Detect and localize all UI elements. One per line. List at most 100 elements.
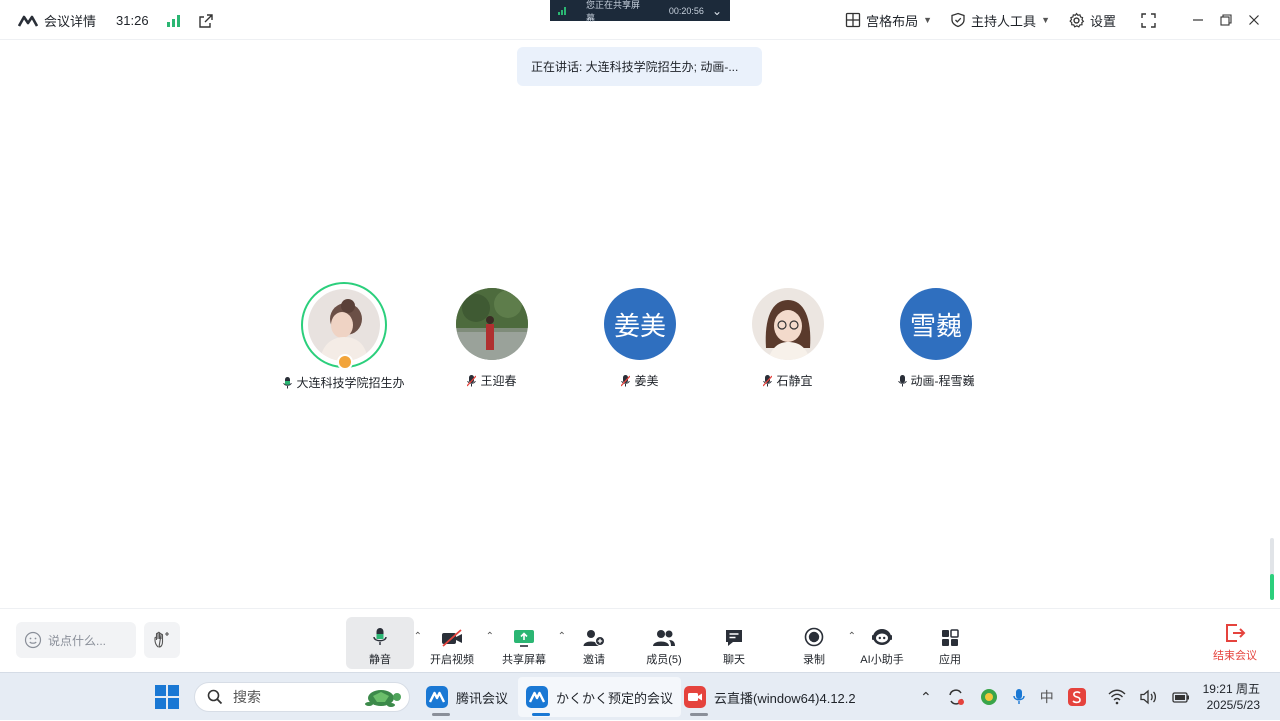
share-link-icon[interactable] [198,13,214,29]
share-screen-button[interactable]: 共享屏幕 ⌃ [490,617,566,669]
taskbar-app-scheduled-meeting[interactable]: かくかく预定的会议 [518,677,682,717]
chat-button[interactable]: 聊天 [700,617,768,669]
apps-button[interactable]: 应用 [916,617,984,669]
running-indicator [432,713,450,716]
participant-name: 王迎春 [480,374,517,388]
turtle-icon [365,690,401,707]
tencent-meeting-window: 会议详情 31:26 您正在共享屏幕 00:20:56 ⌄ 宫格布局 ▼ 主持人… [0,0,1280,672]
camera-off-icon [442,629,462,647]
participant-tile[interactable]: 雪巍 动画-程雪巍 [866,282,1006,389]
battery-icon[interactable] [1172,689,1190,705]
grid-layout-icon [845,12,861,28]
mute-label: 静音 [369,654,391,666]
add-user-icon [583,630,605,646]
tencent-meeting-logo-icon [18,15,38,27]
meeting-details-link[interactable]: 会议详情 [44,11,96,30]
share-banner-text: 您正在共享屏幕 [586,0,641,23]
shield-icon [951,12,965,28]
participant-tile[interactable]: 王迎春 [422,282,562,389]
fullscreen-button[interactable] [1134,6,1162,34]
taskbar-app-live-stream[interactable]: 云直播(window64)4.12.2 [676,677,864,717]
participant-name-row: 王迎春 [422,372,562,389]
avatar-photo [308,289,380,361]
ai-label: AI小助手 [860,654,904,666]
microphone-icon[interactable] [1012,688,1026,706]
volume-icon[interactable] [1140,689,1158,705]
emoji-icon[interactable] [24,631,42,649]
windows-start-icon[interactable] [155,685,179,709]
raise-hand-icon [154,631,169,648]
raise-hand-button[interactable] [144,622,180,658]
clock-date: 2025/5/23 [1206,698,1260,712]
meeting-toolbar: 说点什么... 静音 ⌃ 开启视频 ⌃ 共享屏幕 ⌃ 邀请 成员(5) 聊天 录… [0,608,1280,672]
members-label: 成员(5) [646,654,682,666]
chevron-down-icon: ▼ [1041,15,1050,25]
chat-label: 聊天 [723,654,745,666]
members-button[interactable]: 成员(5) [630,617,698,669]
invite-button[interactable]: 邀请 [560,617,628,669]
share-screen-icon [514,630,534,647]
participant-tile[interactable]: 石静宜 [718,282,858,389]
system-clock[interactable]: 19:21 周五 2025/5/23 [1203,681,1260,713]
invite-label: 邀请 [583,654,605,666]
clock-time: 19:21 周五 [1202,682,1260,696]
record-button[interactable]: 录制 ⌃ [780,617,856,669]
sogou-icon[interactable] [1067,688,1086,706]
task-label: かくかく预定的会议 [556,690,674,706]
meeting-timer: 31:26 [116,13,149,28]
chat-input[interactable]: 说点什么... [16,622,136,658]
wifi-icon[interactable] [1108,689,1126,705]
microphone-muted-icon [621,374,631,386]
running-indicator [532,713,550,716]
layout-button[interactable]: 宫格布局 ▼ [845,11,932,30]
chat-placeholder: 说点什么... [48,633,107,648]
taskbar-search-input[interactable]: 搜索 [194,682,410,712]
chevron-down-icon[interactable]: ⌄ [712,4,722,18]
title-bar: 会议详情 31:26 您正在共享屏幕 00:20:56 ⌄ 宫格布局 ▼ 主持人… [0,0,1280,40]
avatar-image [308,289,380,361]
system-tray: ⌃ 中 [920,673,1190,721]
host-tools-button[interactable]: 主持人工具 ▼ [950,11,1050,30]
participant-grid: 大连科技学院招生办 王迎春 姜美 姜美 石静宜 雪巍 动画-程雪巍 [0,282,1280,392]
windows-taskbar: 搜索 腾讯会议 かくかく预定的会议 云直播(window64)4.12.2 ⌃ … [0,672,1280,720]
share-signal-icon [558,6,566,15]
input-method-icon[interactable]: 中 [1040,687,1054,707]
end-meeting-label: 结束会议 [1213,650,1257,662]
audio-level-scrollbar[interactable] [1270,538,1274,600]
participant-name-row: 动画-程雪巍 [866,372,1006,389]
apps-label: 应用 [939,654,961,666]
toolbar-actions: 静音 ⌃ 开启视频 ⌃ 共享屏幕 ⌃ 邀请 成员(5) 聊天 录制 ⌃ AI小助… [346,617,984,669]
settings-button[interactable]: 设置 [1068,11,1116,30]
participant-name: 动画-程雪巍 [910,374,975,388]
sync-icon[interactable] [946,687,966,707]
video-button[interactable]: 开启视频 ⌃ [418,617,494,669]
gear-icon [1069,12,1085,28]
close-icon [1249,15,1259,25]
task-label: 腾讯会议 [456,690,509,706]
ai-assistant-button[interactable]: AI小助手 [848,617,916,669]
share-label: 共享屏幕 [502,654,546,666]
active-speaker-banner: 正在讲话: 大连科技学院招生办; 动画-... [517,47,762,86]
task-label: 云直播(window64)4.12.2 [714,690,856,706]
taskbar-app-tencent-meeting[interactable]: 腾讯会议 [418,677,516,717]
ai-assistant-icon [872,629,892,645]
participant-tile[interactable]: 姜美 姜美 [570,282,710,389]
chevron-down-icon: ▼ [923,15,933,25]
microphone-muted-icon [763,374,773,386]
host-badge-icon [337,354,353,370]
end-meeting-button[interactable]: 结束会议 [1210,623,1260,663]
chevron-up-icon[interactable]: ⌃ [920,689,932,706]
microphone-icon [373,628,387,645]
network-signal-icon[interactable] [166,14,180,27]
participant-tile[interactable]: 大连科技学院招生办 [274,282,414,391]
restore-button[interactable] [1212,6,1240,34]
avatar: 姜美 [604,288,676,360]
security-app-icon[interactable] [980,688,998,706]
minimize-button[interactable] [1184,6,1212,34]
chat-icon [726,630,742,646]
screen-share-banner[interactable]: 您正在共享屏幕 00:20:56 ⌄ [550,0,730,23]
mute-button[interactable]: 静音 ⌃ [346,617,422,669]
close-button[interactable] [1240,6,1268,34]
participant-name-row: 石静宜 [718,372,858,389]
participant-name-row: 大连科技学院招生办 [274,374,414,391]
